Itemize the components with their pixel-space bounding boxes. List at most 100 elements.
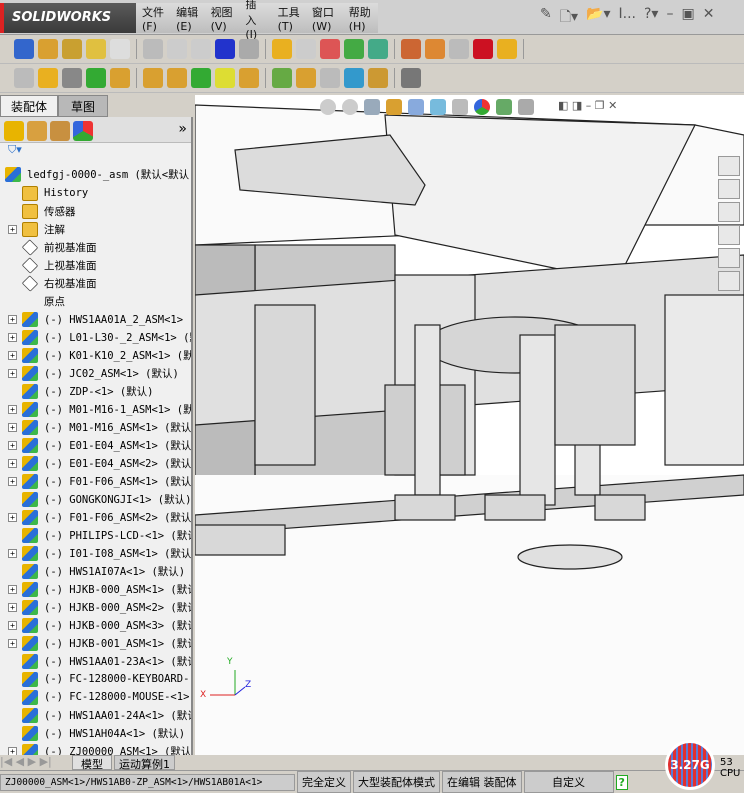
pin-icon[interactable]: ✎ — [540, 6, 552, 30]
custom-properties-icon[interactable] — [718, 271, 740, 291]
toolbar-button-icon[interactable] — [62, 68, 82, 88]
toolbar-button-icon[interactable] — [239, 68, 259, 88]
toolbar-button-icon[interactable] — [368, 68, 388, 88]
tree-item[interactable]: + (-) E01-E04_ASM<2> (默认) — [0, 454, 191, 472]
tree-item[interactable]: ledfgj-0000-_asm (默认<默认 — [0, 165, 189, 183]
display-manager-icon[interactable] — [73, 121, 93, 141]
tree-item[interactable]: + (-) HWS1AA01A_2_ASM<1> (默 — [0, 310, 191, 328]
tree-item[interactable]: + (-) HJKB-000_ASM<1> (默认 — [0, 580, 191, 598]
design-library-icon[interactable] — [718, 179, 740, 199]
tree-item[interactable]: + (-) M01-M16_ASM<1> (默认) — [0, 418, 191, 436]
expand-toggle[interactable]: + — [8, 224, 17, 234]
toolbar-button-icon[interactable] — [368, 39, 388, 59]
tree-item[interactable]: History — [0, 184, 88, 202]
tab-sketch[interactable]: 草图 — [58, 95, 109, 117]
tree-item[interactable]: + (-) HJKB-001_ASM<1> (默认 — [0, 634, 191, 652]
toolbar-button-icon[interactable] — [401, 68, 421, 88]
menu-item[interactable]: 窗口(W) — [306, 4, 343, 33]
menu-item[interactable]: 编辑(E) — [170, 4, 204, 33]
tree-item[interactable]: + (-) F01-F06_ASM<1> (默认) — [0, 472, 191, 490]
tree-item[interactable]: + (-) HJKB-000_ASM<3> (默认 — [0, 616, 191, 634]
toolbar-button-icon[interactable] — [320, 39, 340, 59]
menu-item[interactable]: 帮助(H) — [343, 4, 378, 33]
toolbar-button-icon[interactable] — [14, 39, 34, 59]
toolbar-button-icon[interactable] — [320, 68, 340, 88]
zoom-to-fit-icon[interactable] — [320, 99, 336, 115]
toolbar-button-icon[interactable] — [38, 39, 58, 59]
tree-item[interactable]: + (-) E01-E04_ASM<1> (默认) — [0, 436, 191, 454]
expand-toggle[interactable]: + — [8, 548, 17, 558]
appearances-icon[interactable] — [718, 248, 740, 268]
tree-item[interactable]: 原点 — [0, 292, 65, 310]
toolbar-button-icon[interactable] — [86, 68, 106, 88]
toolbar-button-icon[interactable] — [110, 68, 130, 88]
close-button[interactable]: ✕ — [703, 6, 715, 30]
toolbar-button-icon[interactable] — [86, 39, 106, 59]
filter-icon[interactable]: ⛉▾ — [0, 143, 191, 161]
units-selector[interactable]: 自定义 — [523, 771, 614, 793]
expand-chevron-icon[interactable]: » — [178, 121, 187, 138]
tree-item[interactable]: (-) GONGKONGJI<1> (默认) — [0, 490, 191, 508]
viewport-window-controls[interactable]: ◧ ◨ – ❐ ✕ — [558, 99, 617, 115]
tree-item[interactable]: 上视基准面 — [0, 256, 97, 274]
minimize-button[interactable]: – — [666, 6, 673, 30]
tab-model[interactable]: 模型 — [72, 755, 112, 771]
tree-item[interactable]: (-) FC-128000-MOUSE-<1> — [0, 688, 189, 706]
tree-item[interactable]: (-) HWS1AI07A<1> (默认) — [0, 562, 185, 580]
tree-item[interactable]: 传感器 — [0, 202, 76, 220]
tree-item[interactable]: (-) PHILIPS-LCD-<1> (默认 — [0, 526, 191, 544]
tree-item[interactable]: + (-) K01-K10_2_ASM<1> (默认 — [0, 346, 191, 364]
toolbar-button-icon[interactable] — [38, 68, 58, 88]
previous-view-icon[interactable] — [364, 99, 380, 115]
new-document-icon[interactable]: 🗋▾ — [560, 6, 578, 30]
toolbar-button-icon[interactable] — [344, 39, 364, 59]
tree-item[interactable]: (-) FC-128000-KEYBOARD--< — [0, 670, 191, 688]
scene-icon[interactable] — [496, 99, 512, 115]
toolbar-button-icon[interactable] — [272, 68, 292, 88]
graphics-viewport[interactable]: Y X Z — [195, 95, 744, 755]
tab-motion-study[interactable]: 运动算例1 — [114, 755, 175, 771]
expand-toggle[interactable]: + — [8, 350, 17, 360]
hide-show-items-icon[interactable] — [452, 99, 468, 115]
feature-manager-icon[interactable] — [4, 121, 24, 141]
open-folder-icon[interactable]: 📂▾ — [586, 6, 610, 30]
toolbar-button-icon[interactable] — [296, 39, 316, 59]
configuration-manager-icon[interactable] — [50, 121, 70, 141]
expand-toggle[interactable]: + — [8, 746, 17, 755]
section-view-icon[interactable] — [386, 99, 402, 115]
expand-toggle[interactable]: + — [8, 602, 17, 612]
tab-scroll-arrows[interactable]: |◀ ◀ ▶ ▶| — [0, 755, 72, 770]
expand-toggle[interactable]: + — [8, 584, 17, 594]
toolbar-button-icon[interactable] — [401, 39, 421, 59]
display-style-icon[interactable] — [430, 99, 446, 115]
expand-toggle[interactable]: + — [8, 368, 17, 378]
toolbar-button-icon[interactable] — [143, 68, 163, 88]
menu-item[interactable]: 视图(V) — [205, 4, 240, 33]
tree-item[interactable]: + 注解 — [0, 220, 65, 238]
tree-item[interactable]: + (-) I01-I08_ASM<1> (默认) — [0, 544, 191, 562]
toolbar-button-icon[interactable] — [473, 39, 493, 59]
menu-item[interactable]: 工具(T) — [272, 4, 306, 33]
toolbar-button-icon[interactable] — [344, 68, 364, 88]
menu-item[interactable]: 文件(F) — [136, 4, 170, 33]
expand-toggle[interactable]: + — [8, 422, 17, 432]
restore-button[interactable]: ▣ — [681, 6, 694, 30]
tree-item[interactable]: + (-) JC02_ASM<1> (默认) — [0, 364, 179, 382]
toolbar-button-icon[interactable] — [425, 39, 445, 59]
tree-item[interactable]: + (-) F01-F06_ASM<2> (默认) — [0, 508, 191, 526]
tree-item[interactable]: (-) ZDP-<1> (默认) — [0, 382, 154, 400]
toolbar-button-icon[interactable] — [296, 68, 316, 88]
help-question-icon[interactable]: ? — [615, 774, 628, 790]
expand-toggle[interactable]: + — [8, 332, 17, 342]
home-icon[interactable] — [718, 156, 740, 176]
toolbar-button-icon[interactable] — [191, 68, 211, 88]
toolbar-button-icon[interactable] — [167, 68, 187, 88]
expand-toggle[interactable]: + — [8, 620, 17, 630]
tab-assembly[interactable]: 装配体 — [0, 95, 59, 117]
view-settings-icon[interactable] — [518, 99, 534, 115]
toolbar-button-icon[interactable] — [62, 39, 82, 59]
tree-item[interactable]: 前视基准面 — [0, 238, 97, 256]
tree-item[interactable]: 右视基准面 — [0, 274, 97, 292]
view-palette-icon[interactable] — [718, 225, 740, 245]
expand-toggle[interactable]: + — [8, 476, 17, 486]
